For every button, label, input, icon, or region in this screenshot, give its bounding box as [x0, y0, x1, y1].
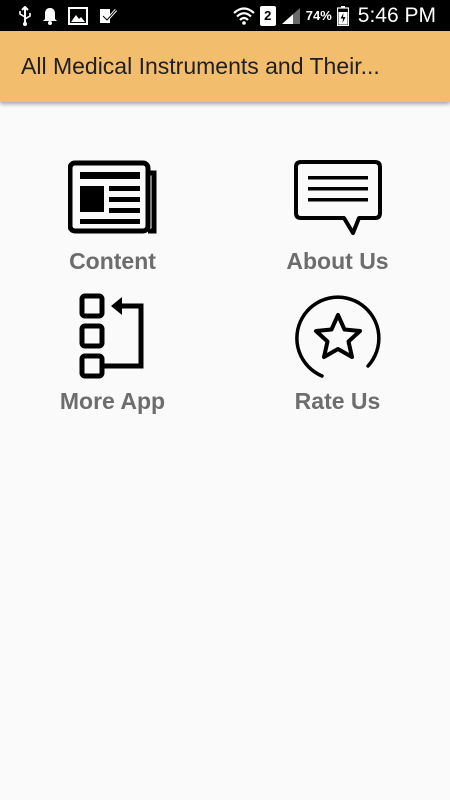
- battery-icon: [336, 5, 349, 26]
- more-app-button[interactable]: More App: [0, 290, 225, 440]
- clock: 5:46 PM: [357, 3, 436, 27]
- app-title: All Medical Instruments and Their...: [21, 53, 380, 79]
- star-icon: [290, 290, 386, 386]
- notification-icons: [0, 5, 118, 26]
- app-bar: All Medical Instruments and Their...: [0, 31, 450, 102]
- battery-percentage: 74%: [305, 8, 332, 23]
- image-icon: [68, 6, 88, 25]
- chat-bubble-icon: [290, 150, 386, 246]
- newspaper-icon: [65, 150, 161, 246]
- rate-us-button[interactable]: Rate Us: [225, 290, 450, 440]
- more-app-label: More App: [59, 388, 166, 414]
- system-icons: 2 74% 5:46 PM: [233, 4, 450, 28]
- app-list-icon: [65, 290, 161, 386]
- about-us-label: About Us: [286, 248, 389, 274]
- about-us-button[interactable]: About Us: [225, 150, 450, 300]
- task-check-icon: [98, 7, 118, 25]
- sim-icon: 2: [259, 5, 276, 26]
- usb-icon: [18, 5, 32, 26]
- content-label: Content: [69, 248, 156, 274]
- rate-us-label: Rate Us: [294, 388, 381, 414]
- content-button[interactable]: Content: [0, 150, 225, 300]
- signal-icon: [281, 7, 301, 25]
- status-bar: 2 74% 5:46 PM: [0, 0, 450, 31]
- bell-icon: [42, 6, 58, 26]
- wifi-icon: [233, 6, 255, 25]
